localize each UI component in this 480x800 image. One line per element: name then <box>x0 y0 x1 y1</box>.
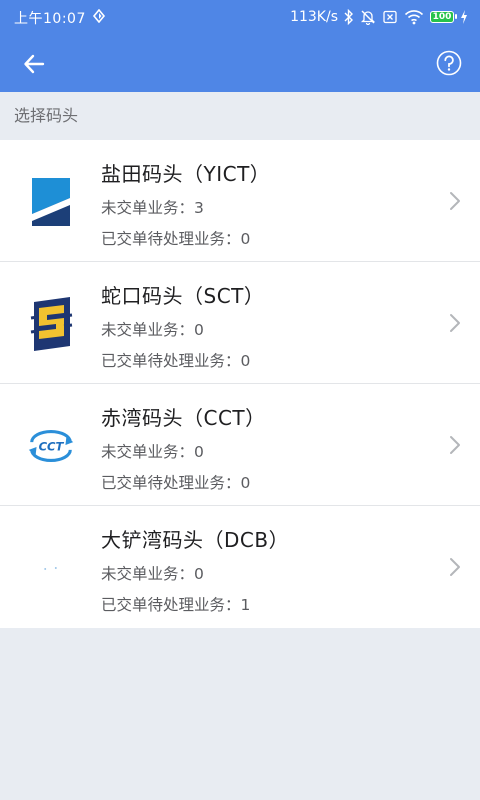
unsubmitted-label: 未交单业务： <box>101 565 195 583</box>
dcb-logo-icon <box>24 538 78 598</box>
pending-business: 已交单待处理业务：1 <box>101 593 250 615</box>
status-right-group: 113K/s 100 <box>290 8 468 26</box>
pending-business: 已交单待处理业务：0 <box>101 349 250 371</box>
terminal-item-sct[interactable]: 蛇口码头（SCT） 未交单业务：0 已交单待处理业务：0 <box>0 262 480 384</box>
chevron-right-icon <box>450 436 460 454</box>
terminal-list: 盐田码头（YICT） 未交单业务：3 已交单待处理业务：0 蛇口码头（SCT） … <box>0 140 480 628</box>
terminal-item-dcb[interactable]: 大铲湾码头（DCB） 未交单业务：0 已交单待处理业务：1 <box>0 506 480 628</box>
unsubmitted-count: 0 <box>194 565 204 583</box>
section-title: 选择码头 <box>0 92 480 140</box>
unsubmitted-business: 未交单业务：0 <box>101 440 204 462</box>
pending-count: 1 <box>240 596 251 614</box>
pending-count: 0 <box>240 230 251 248</box>
pending-label: 已交单待处理业务： <box>101 352 241 370</box>
unsubmitted-count: 0 <box>194 443 204 461</box>
terminal-item-yict[interactable]: 盐田码头（YICT） 未交单业务：3 已交单待处理业务：0 <box>0 140 480 262</box>
sct-logo-icon <box>24 294 78 354</box>
pending-label: 已交单待处理业务： <box>101 596 241 614</box>
back-button[interactable] <box>14 44 54 84</box>
wifi-icon <box>404 10 424 25</box>
chevron-right-icon <box>450 558 460 576</box>
bluetooth-icon <box>344 9 353 25</box>
cct-logo-text: CCT <box>39 439 65 453</box>
status-bar: 上午10:07 113K/s 100 <box>0 0 480 34</box>
app-notification-icon <box>92 9 106 23</box>
terminal-item-cct[interactable]: CCT 赤湾码头（CCT） 未交单业务：0 已交单待处理业务：0 <box>0 384 480 506</box>
cct-logo-icon: CCT <box>24 416 78 476</box>
app-header: 上午10:07 113K/s 100 <box>0 0 480 92</box>
terminal-name: 赤湾码头（CCT） <box>101 406 266 430</box>
unsubmitted-business: 未交单业务：3 <box>101 196 204 218</box>
battery-level: 100 <box>432 11 452 22</box>
pending-label: 已交单待处理业务： <box>101 474 241 492</box>
chevron-right-icon <box>450 314 460 332</box>
pending-business: 已交单待处理业务：0 <box>101 227 250 249</box>
unsubmitted-label: 未交单业务： <box>101 321 195 339</box>
unsubmitted-label: 未交单业务： <box>101 443 195 461</box>
network-speed: 113K/s <box>290 9 338 25</box>
arrow-left-icon <box>24 54 45 74</box>
terminal-name: 盐田码头（YICT） <box>101 162 271 186</box>
unsubmitted-count: 0 <box>194 321 204 339</box>
question-circle-icon <box>436 50 462 76</box>
battery-icon: 100 <box>430 11 457 23</box>
mute-icon <box>360 10 376 25</box>
pending-count: 0 <box>240 352 251 370</box>
terminal-name: 大铲湾码头（DCB） <box>101 528 290 552</box>
chevron-right-icon <box>450 192 460 210</box>
pending-business: 已交单待处理业务：0 <box>101 471 250 493</box>
unsubmitted-count: 3 <box>194 199 204 217</box>
pending-count: 0 <box>240 474 251 492</box>
help-button[interactable] <box>434 48 464 78</box>
terminal-name: 蛇口码头（SCT） <box>101 284 265 308</box>
charging-icon <box>461 10 467 24</box>
unsubmitted-business: 未交单业务：0 <box>101 562 204 584</box>
no-sim-icon <box>383 10 397 24</box>
yict-logo-icon <box>24 172 78 232</box>
unsubmitted-business: 未交单业务：0 <box>101 318 204 340</box>
unsubmitted-label: 未交单业务： <box>101 199 195 217</box>
toolbar <box>0 36 480 92</box>
status-time: 上午10:07 <box>14 11 86 27</box>
pending-label: 已交单待处理业务： <box>101 230 241 248</box>
